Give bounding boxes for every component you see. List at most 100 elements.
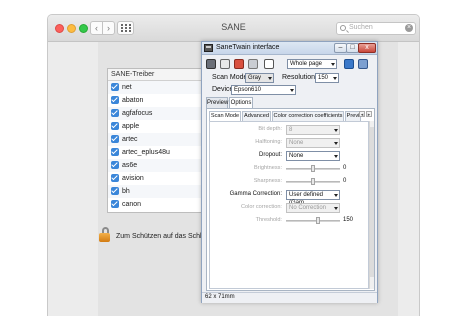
page-size-value: Whole page [290, 61, 323, 67]
chevron-down-icon [331, 63, 335, 66]
driver-checkbox[interactable] [111, 174, 119, 182]
sanetwain-dialog: SaneTwain interface – □ x Whole page Sca… [201, 41, 378, 303]
chevron-down-icon [290, 89, 294, 92]
preview-icon[interactable] [220, 59, 230, 69]
list-item[interactable]: abaton [108, 94, 206, 107]
list-item[interactable]: as6e [108, 159, 206, 172]
scan-mode-value: Gray [248, 75, 262, 81]
scan-icon[interactable] [206, 59, 216, 69]
list-item[interactable]: artec [108, 133, 206, 146]
brightness-label: Brightness: [254, 165, 282, 171]
search-field[interactable]: Suchen × [336, 22, 416, 35]
driver-checkbox[interactable] [111, 96, 119, 104]
halftoning-value: None [289, 140, 304, 146]
list-item[interactable]: avision [108, 172, 206, 185]
print-icon[interactable] [234, 59, 244, 69]
driver-name: bh [122, 188, 130, 195]
chevron-down-icon [334, 129, 338, 132]
page-size-select[interactable]: Whole page [287, 59, 337, 69]
tab-color-correction-coefficients[interactable]: Color correction coefficients [272, 111, 344, 121]
lock-icon[interactable] [98, 227, 112, 243]
dropout-select[interactable]: None [286, 151, 340, 161]
driver-name: artec_eplus48u [122, 149, 170, 156]
lock-hint-text: Zum Schützen auf das Schloss [116, 233, 213, 240]
tab-scan-mode[interactable]: Scan Mode [209, 111, 241, 121]
threshold-slider-track [286, 220, 340, 222]
scrollbar-thumb[interactable] [370, 127, 374, 277]
tab-scroll-right-icon[interactable]: ▸ [366, 111, 372, 118]
chevron-down-icon [334, 207, 338, 210]
driver-name: agfafocus [122, 110, 153, 117]
resolution-select[interactable]: 150 [315, 73, 339, 83]
title-bar: ‹ › SANE Suchen × [48, 15, 419, 42]
driver-name: avision [122, 175, 144, 182]
driver-name: artec [122, 136, 138, 143]
chevron-down-icon [334, 142, 338, 145]
close-button[interactable]: x [358, 43, 376, 53]
options-tab-panel: Scan Mode Advanced Color correction coef… [206, 108, 375, 291]
info-icon[interactable] [358, 59, 368, 69]
scan-mode-select[interactable]: Gray [245, 73, 274, 83]
driver-rows: net abaton agfafocus apple artec artec_eplus4… [108, 81, 206, 211]
brightness-slider-thumb [311, 165, 315, 172]
list-item[interactable]: agfafocus [108, 107, 206, 120]
list-item[interactable]: apple [108, 120, 206, 133]
driver-checkbox[interactable] [111, 83, 119, 91]
lock-body [99, 233, 110, 242]
tab-preview[interactable]: Preview [206, 97, 228, 108]
bit-depth-label: Bit depth: [258, 126, 282, 132]
search-icon [340, 25, 346, 31]
driver-checkbox[interactable] [111, 161, 119, 169]
sharpness-value: 0 [343, 178, 347, 184]
status-bar: 62 x 71mm [202, 292, 377, 303]
driver-checkbox[interactable] [111, 200, 119, 208]
clear-search-icon[interactable]: × [405, 24, 413, 32]
resolution-label: Resolution: [282, 74, 318, 81]
settings-icon[interactable] [248, 59, 258, 69]
driver-checkbox[interactable] [111, 187, 119, 195]
chevron-down-icon [334, 194, 338, 197]
sharpness-label: Sharpness: [253, 178, 282, 184]
halftoning-select: None [286, 138, 340, 148]
chevron-down-icon [268, 77, 272, 80]
tab-advanced[interactable]: Advanced [242, 111, 271, 121]
list-item[interactable]: net [108, 81, 206, 94]
scan-mode-label: Scan Mode: [212, 74, 250, 81]
driver-checkbox[interactable] [111, 109, 119, 117]
scan-size-readout: 62 x 71mm [205, 294, 235, 300]
twain-title: SaneTwain interface [216, 44, 280, 51]
bit-depth-select: 8 [286, 125, 340, 135]
threshold-label: Threshold: [255, 217, 282, 223]
driver-name: net [122, 84, 132, 91]
list-item[interactable]: canon [108, 198, 206, 211]
device-select[interactable]: Epson610 [231, 85, 296, 95]
scan-mode-settings: Bit depth: 8 Halftoning: None Dropout: None Br… [209, 121, 369, 289]
dropout-label: Dropout: [258, 152, 282, 158]
list-item[interactable]: bh [108, 185, 206, 198]
halftoning-label: Halftoning: [255, 139, 282, 145]
threshold-slider-thumb [316, 217, 320, 224]
list-item[interactable]: artec_eplus48u [108, 146, 206, 159]
driver-checkbox[interactable] [111, 148, 119, 156]
driver-name: abaton [122, 97, 144, 104]
color-correction-value: No Correction [289, 205, 327, 211]
driver-checkbox[interactable] [111, 135, 119, 143]
threshold-value: 150 [343, 217, 354, 223]
tab-scroll-left-icon[interactable]: ◂ [359, 111, 365, 118]
crop-icon[interactable] [264, 59, 274, 69]
help-icon[interactable] [344, 59, 354, 69]
device-value: Epson610 [234, 87, 262, 93]
sane-driver-list[interactable]: SANE-Treiber net abaton agfafocus apple arte… [107, 68, 207, 213]
bit-depth-value: 8 [289, 127, 293, 133]
driver-name: canon [122, 201, 142, 208]
gamma-correction-label: Gamma Correction: [229, 191, 282, 197]
gamma-correction-select[interactable]: User defined (Gam [286, 190, 340, 206]
vertical-scrollbar[interactable] [369, 121, 374, 289]
chevron-down-icon [333, 77, 337, 80]
driver-name: apple [122, 123, 140, 130]
sharpness-slider-thumb [311, 178, 315, 185]
driver-checkbox[interactable] [111, 122, 119, 130]
driver-list-header: SANE-Treiber [108, 69, 206, 81]
brightness-value: 0 [343, 165, 347, 171]
color-correction-select: No Correction [286, 203, 340, 213]
